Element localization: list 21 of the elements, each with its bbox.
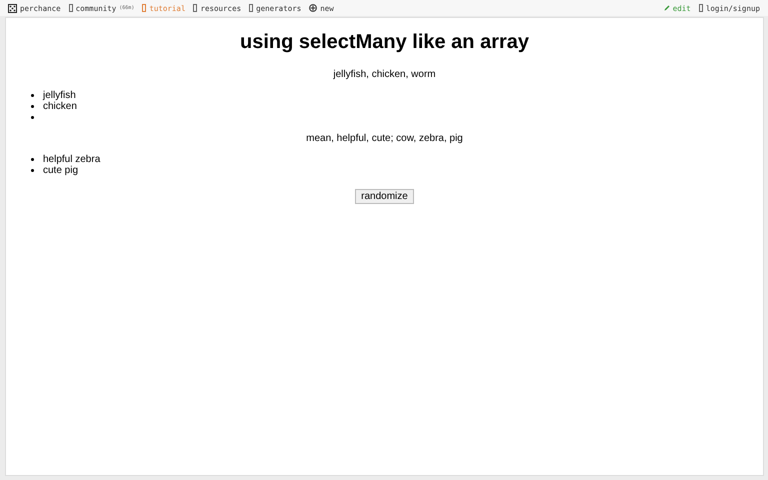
bullet-icon: [31, 158, 34, 161]
list-item: jellyfish: [43, 90, 76, 101]
placeholder-icon: [68, 4, 73, 12]
bullet-icon: [31, 105, 34, 108]
randomize-button[interactable]: randomize: [355, 189, 414, 204]
list-item: chicken: [43, 101, 77, 112]
placeholder-icon: [142, 4, 146, 12]
bullet-icon: [31, 169, 34, 172]
placeholder-icon: [193, 4, 198, 12]
add-icon: [309, 4, 318, 12]
output-text: mean, helpful, cute; cow, zebra, pig: [305, 133, 464, 144]
pencil-icon: [664, 5, 670, 11]
list-item: helpful zebra: [43, 154, 100, 165]
placeholder-icon: [249, 4, 254, 12]
page-title: using selectMany like an array: [238, 31, 530, 54]
bullet-icon: [31, 116, 34, 119]
list-item: cute pig: [43, 165, 78, 176]
dice-icon: [8, 4, 17, 12]
bullet-icon: [31, 94, 34, 97]
placeholder-icon: [698, 4, 703, 12]
output-text: jellyfish, chicken, worm: [332, 69, 437, 80]
